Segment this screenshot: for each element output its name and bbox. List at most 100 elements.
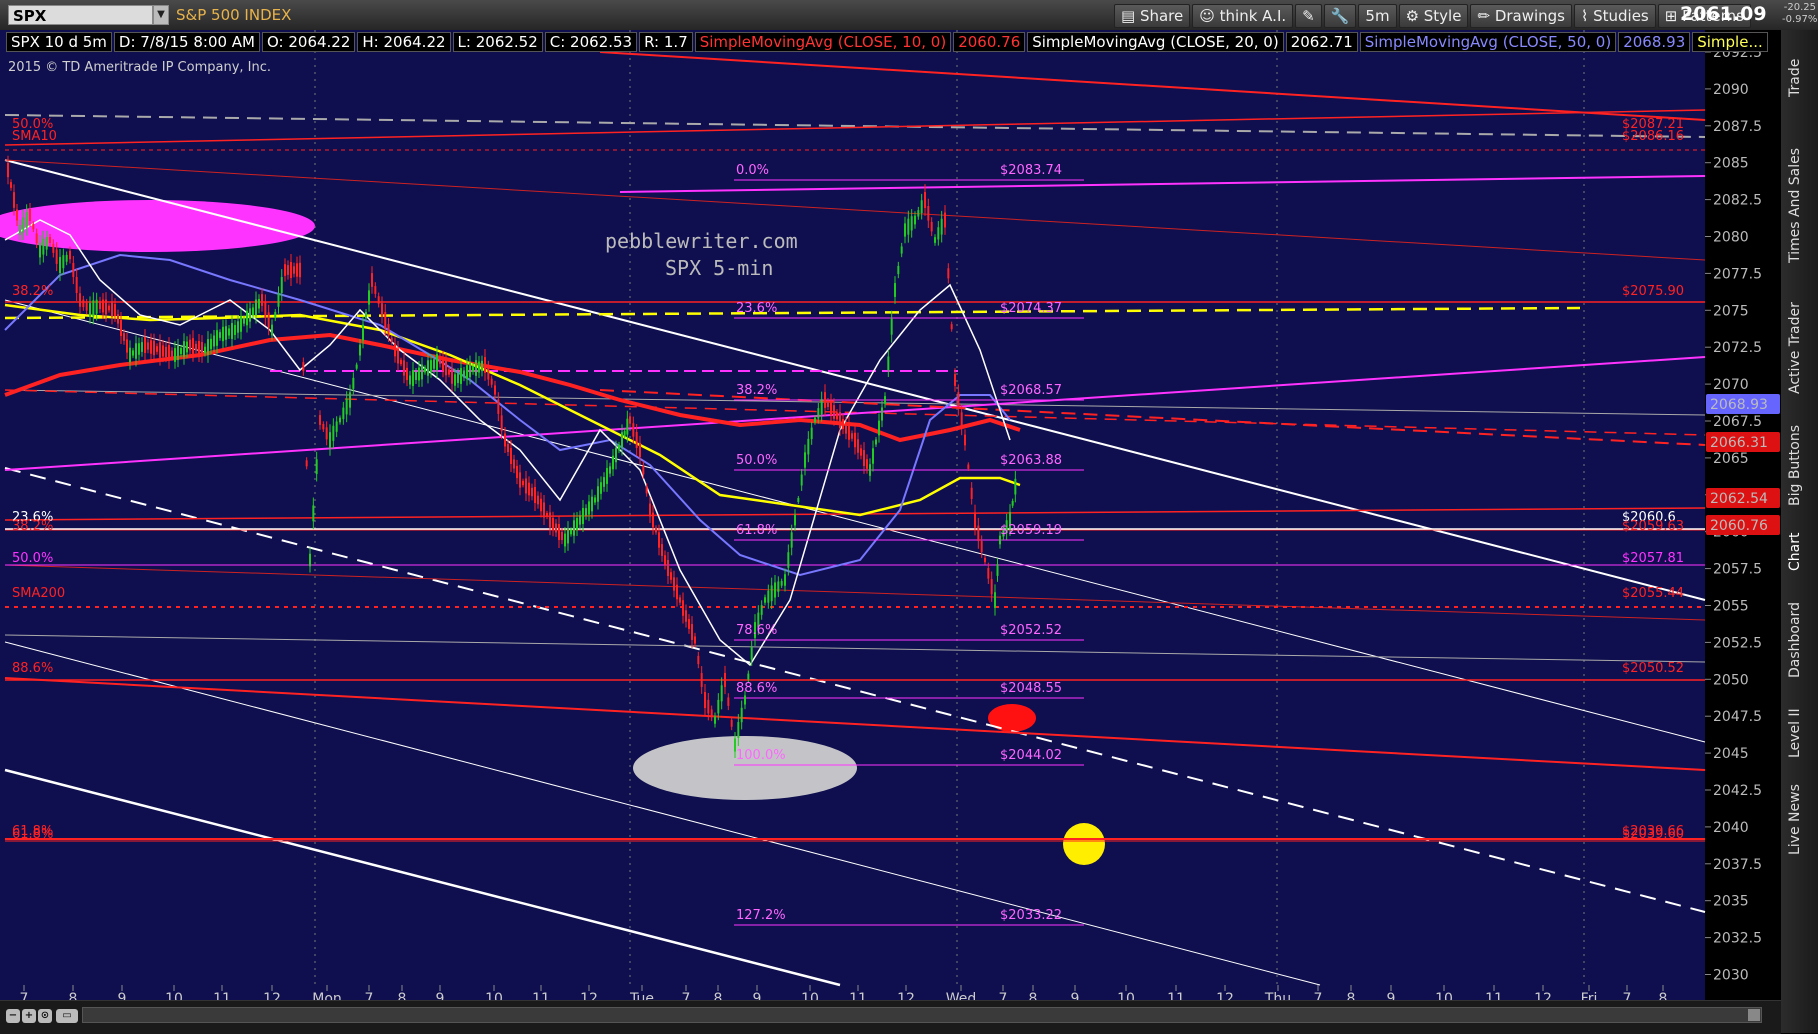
zoom-out-icon[interactable]: − bbox=[6, 1009, 20, 1023]
candle-body bbox=[255, 299, 257, 316]
candle-body bbox=[210, 338, 212, 350]
zoom-fit-icon[interactable]: ⊙ bbox=[38, 1009, 52, 1023]
candle-body bbox=[246, 310, 248, 326]
period-label[interactable]: SPX 10 d 5m bbox=[6, 32, 112, 52]
candle-body bbox=[764, 597, 766, 603]
candle-body bbox=[884, 396, 886, 404]
candle-body bbox=[561, 531, 563, 541]
candle-body bbox=[430, 360, 432, 372]
candle-body bbox=[355, 364, 358, 369]
candle-body bbox=[642, 465, 645, 475]
candle-body bbox=[45, 237, 48, 250]
copyright-text: 2015 © TD Ameritrade IP Company, Inc. bbox=[8, 60, 272, 75]
candle-body bbox=[621, 432, 623, 448]
y-tick-label: 2085 bbox=[1713, 156, 1749, 172]
candle-body bbox=[240, 316, 242, 332]
candle-body bbox=[967, 464, 970, 469]
x-tick-label: 11 bbox=[1167, 991, 1185, 1000]
tab-big-buttons[interactable]: Big Buttons bbox=[1787, 415, 1811, 515]
x-tick-label: 12 bbox=[897, 991, 915, 1000]
candle-body bbox=[924, 192, 926, 208]
candle-body bbox=[875, 439, 877, 445]
candle-body bbox=[189, 339, 191, 351]
x-tick-label: Thu bbox=[1264, 991, 1291, 1000]
scroll-mode-icon[interactable]: ▭ bbox=[56, 1009, 78, 1023]
candle-body bbox=[390, 337, 393, 343]
candle-body bbox=[747, 673, 750, 680]
candle-body bbox=[72, 262, 75, 278]
candle-body bbox=[365, 312, 367, 318]
candle-body bbox=[415, 371, 417, 381]
zoom-in-icon[interactable]: + bbox=[22, 1009, 36, 1023]
candle-body bbox=[974, 512, 976, 528]
candle-body bbox=[180, 347, 182, 355]
more-studies[interactable]: Simple... bbox=[1692, 32, 1768, 52]
x-tick-label: 12 bbox=[580, 991, 598, 1000]
candle-body bbox=[171, 350, 173, 358]
candle-body bbox=[293, 266, 295, 274]
candle-body bbox=[890, 318, 893, 335]
candle-body bbox=[920, 200, 923, 214]
fib-percent-label: 78.6% bbox=[736, 623, 777, 638]
candle-body bbox=[635, 432, 638, 448]
x-tick-label: 7 bbox=[20, 991, 29, 1000]
sma50-label[interactable]: SimpleMovingAvg (CLOSE, 50, 0) bbox=[1359, 32, 1617, 52]
trend-line bbox=[4, 564, 1706, 621]
candle-body bbox=[794, 514, 796, 526]
y-tick-label: 2030 bbox=[1713, 968, 1749, 984]
x-tick-label: 7 bbox=[1623, 991, 1632, 1000]
candle-body bbox=[679, 597, 681, 603]
y-tick-label: 2055 bbox=[1713, 599, 1749, 615]
candle-body bbox=[280, 277, 283, 293]
tab-live-news[interactable]: Live News bbox=[1787, 775, 1811, 865]
scrollbar-thumb[interactable] bbox=[1748, 1009, 1760, 1021]
candle-body bbox=[848, 424, 850, 440]
candle-body bbox=[830, 400, 832, 416]
y-tick-label: 2035 bbox=[1713, 894, 1749, 910]
y-tick-label: 2037.5 bbox=[1713, 857, 1762, 873]
candle-body bbox=[980, 541, 983, 553]
trend-line bbox=[4, 634, 1706, 663]
open-label: O: 2064.22 bbox=[262, 32, 356, 52]
candle-body bbox=[49, 236, 51, 244]
candle-body bbox=[261, 294, 263, 306]
candle-body bbox=[537, 495, 539, 505]
y-tick-label: 2077.5 bbox=[1713, 266, 1762, 282]
horizontal-scrollbar[interactable] bbox=[82, 1007, 1762, 1023]
candle-body bbox=[558, 524, 560, 540]
level-label: 88.6% bbox=[12, 661, 53, 676]
sma-50-blue bbox=[4, 253, 1011, 577]
candle-body bbox=[737, 722, 740, 738]
tab-times-and-sales[interactable]: Times And Sales bbox=[1787, 130, 1811, 280]
tab-level-ii[interactable]: Level II bbox=[1787, 698, 1811, 768]
candle-body bbox=[497, 399, 500, 414]
fib-percent-label: 23.6% bbox=[736, 301, 777, 316]
y-tick-label: 2075 bbox=[1713, 303, 1749, 319]
price-chart[interactable]: 2092.520902087.520852082.520802077.52075… bbox=[0, 0, 1781, 1000]
candle-body bbox=[612, 455, 614, 470]
candle-body bbox=[475, 360, 477, 376]
tab-trade[interactable]: Trade bbox=[1787, 38, 1811, 118]
y-tick-label: 2050 bbox=[1713, 672, 1749, 688]
sma20-label[interactable]: SimpleMovingAvg (CLOSE, 20, 0) bbox=[1027, 32, 1284, 52]
candle-body bbox=[730, 719, 733, 727]
candle-body bbox=[907, 218, 910, 235]
candle-body bbox=[964, 434, 966, 446]
candle-body bbox=[707, 699, 710, 714]
right-tab-strip: Trade Times And Sales Active Trader Big … bbox=[1781, 30, 1818, 1033]
candle-body bbox=[507, 444, 509, 452]
tab-dashboard[interactable]: Dashboard bbox=[1787, 590, 1811, 690]
fib-price-label: $2033.22 bbox=[1000, 908, 1062, 923]
tab-chart[interactable]: Chart bbox=[1787, 522, 1811, 582]
candle-body bbox=[494, 385, 496, 395]
candle-body bbox=[688, 619, 690, 629]
candle-body bbox=[258, 298, 260, 309]
tab-active-trader[interactable]: Active Trader bbox=[1787, 288, 1811, 408]
candle-body bbox=[192, 338, 194, 354]
sma10-label[interactable]: SimpleMovingAvg (CLOSE, 10, 0) bbox=[694, 32, 952, 52]
candle-body bbox=[19, 224, 21, 236]
candle-body bbox=[484, 357, 486, 373]
candle-body bbox=[878, 420, 880, 436]
candle-body bbox=[531, 487, 533, 497]
candle-body bbox=[576, 518, 578, 530]
